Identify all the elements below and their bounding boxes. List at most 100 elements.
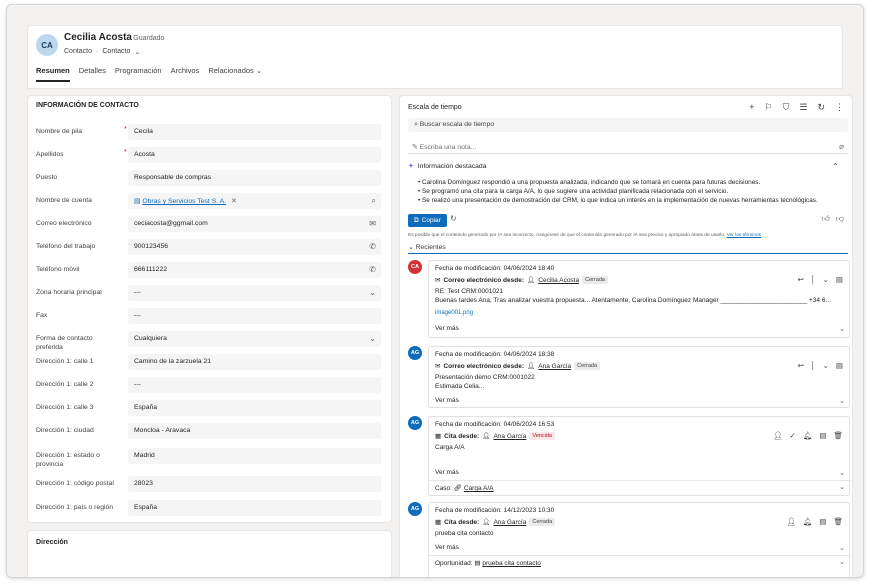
mobile-phone-field[interactable]: 666111222 ✆ — [128, 262, 381, 278]
card-actions: 👤︎ 🔔︎ ▤ 🗑︎ — [786, 517, 843, 526]
bookmark-icon[interactable]: ⚐ — [765, 102, 773, 113]
open-record-icon[interactable]: ▤ — [819, 431, 826, 440]
case-link[interactable]: Carga A/A — [464, 485, 494, 492]
fax-input[interactable]: --- — [128, 308, 381, 324]
field-last-name: Apellidos * Acosta — [36, 147, 386, 165]
status-badge: Cerrada — [529, 518, 556, 526]
tab-archivos[interactable]: Archivos — [171, 66, 200, 82]
terms-link[interactable]: Ver los términos — [727, 233, 761, 238]
copy-button[interactable]: ⧉ Copiar — [408, 214, 447, 227]
status-badge: Cerrada — [574, 362, 601, 370]
tab-detalles[interactable]: Detalles — [79, 66, 106, 82]
tab-resumen[interactable]: Resumen — [36, 66, 70, 82]
sender-link[interactable]: Cecilia Acosta — [538, 277, 579, 284]
postal-code-input[interactable]: 28023 — [128, 476, 381, 492]
work-phone-field[interactable]: 900123456 ✆ — [128, 239, 381, 255]
see-more-label: Ver más — [435, 544, 459, 551]
city-input[interactable]: Moncloa - Aravaca — [128, 423, 381, 439]
phone-icon[interactable]: ✆ — [369, 265, 376, 274]
bell-icon[interactable]: 🔔︎ — [803, 431, 813, 440]
tab-relacionados[interactable]: Relacionados ⌄ — [208, 66, 262, 82]
organizer-link[interactable]: Ana García — [493, 433, 526, 440]
regenerate-icon[interactable]: ↻ — [450, 214, 457, 223]
contact-method-select[interactable]: Cualquiera ⌄ — [128, 331, 381, 347]
email-icon: ✉ — [435, 363, 441, 370]
opportunity-link[interactable]: prueba cita contacto — [482, 560, 541, 567]
first-name-input[interactable]: Cecila — [128, 124, 381, 140]
street-3-input[interactable]: España — [128, 400, 381, 416]
see-more[interactable]: Ver más ⌄ — [435, 397, 845, 405]
chevron-down-icon[interactable]: ⌄ — [823, 275, 829, 284]
organizer-link[interactable]: Ana García — [493, 519, 526, 526]
reply-icon[interactable]: ↩ — [798, 361, 804, 370]
chevron-down-icon[interactable]: ⌄ — [823, 361, 829, 370]
note-input[interactable]: ✎ Escriba una nota... ⌀ — [408, 140, 848, 154]
account-link[interactable]: Obras y Servicios Test S. A. — [142, 198, 226, 205]
timeline-search-input[interactable]: ⌕ Buscar escala de tiempo — [408, 118, 848, 132]
refresh-icon[interactable]: ↻ — [817, 102, 825, 113]
email-preview: Buenas tardes Ana, Tras analizar vuestra… — [435, 297, 831, 304]
tab-programacion[interactable]: Programación — [115, 66, 162, 82]
email-subject: Presentación demo CRM:0001022 — [435, 374, 535, 381]
app-window: CA Cecilia Acosta · Guardado Contacto · … — [6, 4, 864, 578]
see-more[interactable]: Ver más ⌄ — [435, 544, 845, 552]
activity-type: Cita desde: — [444, 518, 480, 526]
open-record-icon[interactable]: ▤ — [836, 275, 843, 284]
regarding-label: Oportunidad: — [435, 560, 473, 567]
work-phone-value: 900123456 — [134, 243, 169, 250]
card-actions: ↩ │ ⌄ ▤ — [798, 361, 843, 370]
search-icon[interactable]: ⌕ — [372, 196, 376, 206]
filter-icon[interactable]: ⛉ — [783, 102, 790, 113]
save-status: · Guardado — [129, 35, 165, 42]
assign-icon[interactable]: 👤︎ — [786, 517, 796, 526]
phone-icon[interactable]: ✆ — [369, 242, 376, 251]
more-icon[interactable]: ⋮ — [835, 102, 844, 113]
clear-icon[interactable]: ✕ — [231, 198, 237, 205]
field-label: Dirección 1: código postal — [36, 480, 114, 487]
open-record-icon[interactable]: ▤ — [836, 361, 843, 370]
chevron-down-icon[interactable]: ⌄ — [134, 48, 140, 56]
last-name-input[interactable]: Acosta — [128, 147, 381, 163]
timezone-select[interactable]: --- ⌄ — [128, 285, 381, 301]
email-field[interactable]: ceciacosta@ggmail.com ✉ — [128, 216, 381, 232]
thumbs-up-icon[interactable]: 👍︎ — [822, 214, 830, 224]
activity-line: ▦ Cita desde: 👤︎ Ana García Cerrada — [435, 518, 556, 526]
open-record-icon[interactable]: ▤ — [819, 517, 826, 526]
sender-link[interactable]: Ana García — [538, 363, 571, 370]
field-label: Apellidos — [36, 151, 64, 158]
account-lookup[interactable]: ▤ Obras y Servicios Test S. A. ✕ ⌕ — [128, 193, 381, 209]
form-selector[interactable]: Contacto — [102, 48, 130, 56]
see-more[interactable]: Ver más ⌄ — [435, 325, 845, 333]
complete-icon[interactable]: ✓ — [790, 431, 796, 440]
chevron-up-icon[interactable]: ⌃ — [832, 162, 839, 171]
field-country: Dirección 1: país o región España — [36, 500, 386, 518]
delete-icon[interactable]: 🗑︎ — [833, 517, 843, 526]
chevron-down-icon[interactable]: ⌄ — [839, 558, 845, 566]
country-input[interactable]: España — [128, 500, 381, 516]
field-label: Nombre de cuenta — [36, 197, 92, 204]
street-1-input[interactable]: Camino de la zarzuela 21 — [128, 354, 381, 370]
add-icon[interactable]: + — [749, 102, 754, 113]
job-title-input[interactable]: Responsable de compras — [128, 170, 381, 186]
attachment-link[interactable]: image001.png — [435, 310, 473, 316]
chevron-down-icon[interactable]: ⌄ — [839, 483, 845, 491]
highlights-header[interactable]: ✦ Información destacada ⌃ — [408, 162, 848, 171]
field-timezone: Zona horaria principal --- ⌄ — [36, 285, 386, 303]
field-mobile-phone: Teléfono móvil 666111222 ✆ — [36, 262, 386, 280]
list-icon[interactable]: ☰ — [799, 102, 807, 113]
see-more[interactable]: Ver más ⌄ — [435, 469, 845, 477]
reply-icon[interactable]: ↩ — [798, 275, 804, 284]
street-2-input[interactable]: --- — [128, 377, 381, 393]
thumbs-down-icon[interactable]: 👎︎ — [836, 214, 844, 224]
delete-icon[interactable]: 🗑︎ — [833, 431, 843, 440]
field-label: Dirección 1: calle 3 — [36, 404, 94, 411]
attach-icon[interactable]: ⌀ — [839, 142, 844, 151]
person-icon: 👤︎ — [482, 433, 491, 440]
recent-header[interactable]: ⌄ Recientes — [408, 243, 848, 254]
mail-icon[interactable]: ✉ — [369, 219, 376, 228]
record-icon: ▤ — [474, 560, 481, 567]
chevron-down-icon: ⌄ — [839, 545, 845, 552]
assign-icon[interactable]: 👤︎ — [773, 431, 783, 440]
bell-icon[interactable]: 🔔︎ — [803, 517, 813, 526]
state-input[interactable]: Madrid — [128, 448, 381, 464]
